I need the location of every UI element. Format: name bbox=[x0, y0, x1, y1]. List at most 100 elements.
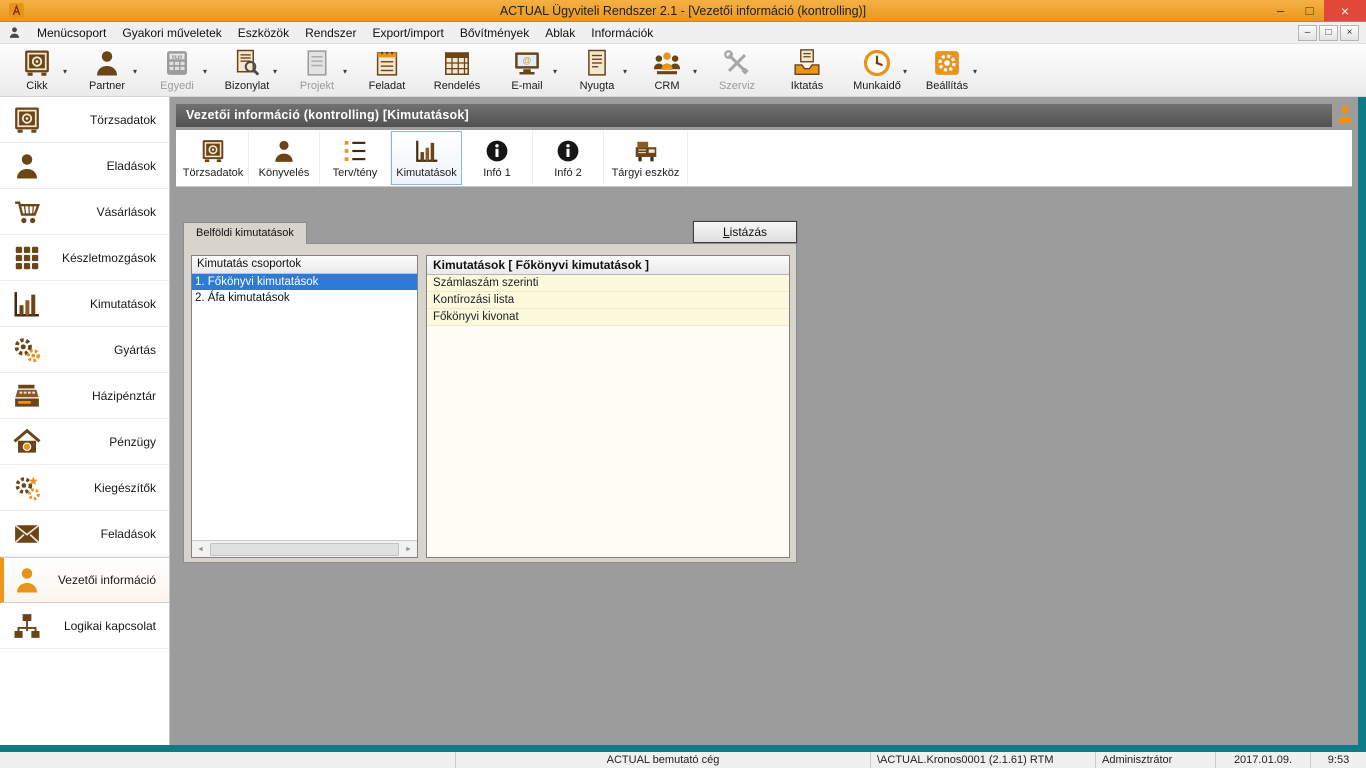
report-row-szamlaszam-szerinti[interactable]: Számlaszám szerinti bbox=[427, 275, 789, 292]
menu-informaciok[interactable]: Információk bbox=[583, 22, 661, 43]
group-row-2-afa-kimutatasok[interactable]: 2. Áfa kimutatások bbox=[192, 290, 417, 306]
scroll-thumb[interactable] bbox=[210, 543, 399, 556]
sidebar-item-logikai-kapcsolat[interactable]: Logikai kapcsolat bbox=[0, 603, 169, 649]
ribbon-torzsadatok[interactable]: Törzsadatok bbox=[178, 131, 249, 185]
toolbar-szerviz[interactable]: Szerviz bbox=[702, 46, 772, 96]
toolbar-nyugta[interactable]: ▾ Nyugta bbox=[562, 46, 632, 96]
clock-icon bbox=[862, 48, 892, 78]
sidebar-item-hazipenztar[interactable]: Házipénztár bbox=[0, 373, 169, 419]
profile-person-icon[interactable] bbox=[1334, 103, 1356, 125]
sidebar-item-gyartas[interactable]: Gyártás bbox=[0, 327, 169, 373]
toolbar-label: Nyugta bbox=[580, 80, 615, 92]
toolbar-iktatas[interactable]: Iktatás bbox=[772, 46, 842, 96]
listazas-button[interactable]: Listázás bbox=[693, 221, 797, 243]
chart-icon bbox=[414, 138, 440, 164]
toolbar-projekt[interactable]: ▾ Projekt bbox=[282, 46, 352, 96]
toolbar-egyedi[interactable]: 0110▾Egyedi bbox=[142, 46, 212, 96]
mdi-restore-button[interactable]: □ bbox=[1319, 25, 1338, 41]
register-icon bbox=[12, 381, 42, 411]
dropdown-arrow-icon[interactable]: ▾ bbox=[623, 67, 627, 76]
dropdown-arrow-icon[interactable]: ▾ bbox=[343, 67, 347, 76]
mdi-window-controls: – □ × bbox=[1298, 25, 1362, 41]
dropdown-arrow-icon[interactable]: ▾ bbox=[273, 67, 277, 76]
scroll-right-icon[interactable]: ► bbox=[400, 541, 417, 557]
user-icon bbox=[8, 26, 21, 39]
dropdown-arrow-icon[interactable]: ▾ bbox=[973, 67, 977, 76]
mdi-close-button[interactable]: × bbox=[1340, 25, 1359, 41]
svg-text:@: @ bbox=[523, 56, 532, 66]
dropdown-arrow-icon[interactable]: ▾ bbox=[553, 67, 557, 76]
horizontal-scrollbar[interactable]: ◄ ► bbox=[192, 540, 417, 557]
sidebar-item-feladasok[interactable]: Feladások bbox=[0, 511, 169, 557]
toolbar-beallitas[interactable]: ▾ Beállítás bbox=[912, 46, 982, 96]
sidebar-item-keszletmozgasok[interactable]: Készletmozgások bbox=[0, 235, 169, 281]
menu-gyakori-muveletek[interactable]: Gyakori műveletek bbox=[114, 22, 229, 43]
sidebar-item-penzugy[interactable]: Pénzügy bbox=[0, 419, 169, 465]
toolbar-e-mail[interactable]: @▾E-mail bbox=[492, 46, 562, 96]
sidebar-item-kiegeszitok[interactable]: Kiegészítők bbox=[0, 465, 169, 511]
scroll-left-icon[interactable]: ◄ bbox=[192, 541, 209, 557]
ribbon-toolbar: TörzsadatokKönyvelés Terv/tény Kimutatások… bbox=[176, 130, 1352, 187]
ribbon-targyi-eszkoz[interactable]: Tárgyi eszköz bbox=[604, 131, 688, 185]
toolbar-munkaido[interactable]: ▾Munkaidő bbox=[842, 46, 912, 96]
toolbar-label: Beállítás bbox=[926, 80, 968, 92]
window-title: ACTUAL Ügyviteli Rendszer 2.1 - [Vezetői… bbox=[0, 4, 1366, 18]
sidebar-item-kimutatasok[interactable]: Kimutatások bbox=[0, 281, 169, 327]
house-icon bbox=[12, 427, 42, 457]
sidebar: TörzsadatokEladásokVásárlások Készletmozg… bbox=[0, 97, 170, 745]
sidebar-item-vezetoi-informacio[interactable]: Vezetői információ bbox=[0, 557, 169, 603]
report-row-fokonyvi-kivonat[interactable]: Főkönyvi kivonat bbox=[427, 309, 789, 326]
dropdown-arrow-icon[interactable]: ▾ bbox=[203, 67, 207, 76]
sidebar-item-eladasok[interactable]: Eladások bbox=[0, 143, 169, 189]
gear-box-icon bbox=[932, 48, 962, 78]
dropdown-arrow-icon[interactable]: ▾ bbox=[693, 67, 697, 76]
sidebar-item-torzsadatok[interactable]: Törzsadatok bbox=[0, 97, 169, 143]
toolbar-label: Projekt bbox=[300, 80, 334, 92]
toolbar-bizonylat[interactable]: ▾Bizonylat bbox=[212, 46, 282, 96]
menu-eszkozok[interactable]: Eszközök bbox=[230, 22, 297, 43]
ribbon-terv-teny[interactable]: Terv/tény bbox=[320, 131, 391, 185]
toolbar-crm[interactable]: ▾CRM bbox=[632, 46, 702, 96]
menubar: MenücsoportGyakori műveletekEszközökRend… bbox=[0, 22, 1366, 44]
report-row-kontirozasi-lista[interactable]: Kontírozási lista bbox=[427, 292, 789, 309]
minimize-button[interactable]: – bbox=[1266, 0, 1295, 21]
sidebar-item-vasarlasok[interactable]: Vásárlások bbox=[0, 189, 169, 235]
ribbon-label: Kimutatások bbox=[396, 167, 457, 179]
ribbon-label: Terv/tény bbox=[333, 167, 378, 179]
dropdown-arrow-icon[interactable]: ▾ bbox=[903, 67, 907, 76]
titlebar: ACTUAL Ügyviteli Rendszer 2.1 - [Vezetői… bbox=[0, 0, 1366, 22]
status-date: 2017.01.09. bbox=[1215, 752, 1310, 768]
tab-belfoldi-kimutatasok[interactable]: Belföldi kimutatások bbox=[183, 222, 307, 244]
sidebar-item-label: Készletmozgások bbox=[48, 251, 156, 265]
close-button[interactable]: × bbox=[1324, 0, 1366, 21]
window-controls: – □ × bbox=[1266, 0, 1366, 21]
toolbar-feladat[interactable]: Feladat bbox=[352, 46, 422, 96]
menu-menucsoport[interactable]: Menücsoport bbox=[29, 22, 114, 43]
menu-rendszer[interactable]: Rendszer bbox=[297, 22, 364, 43]
dropdown-arrow-icon[interactable]: ▾ bbox=[63, 67, 67, 76]
groups-listbox: Kimutatás csoportok 1. Főkönyvi kimutatá… bbox=[191, 255, 418, 558]
envelope-icon bbox=[12, 519, 42, 549]
cart-icon bbox=[12, 197, 42, 227]
ribbon-info-1[interactable]: Infó 1 bbox=[462, 131, 533, 185]
maximize-button[interactable]: □ bbox=[1295, 0, 1324, 21]
toolbar-rendeles[interactable]: Rendelés bbox=[422, 46, 492, 96]
menu-bovitmenyek[interactable]: Bővítmények bbox=[452, 22, 537, 43]
safe-icon bbox=[22, 48, 52, 78]
statusbar: ACTUAL bemutató cég \ACTUAL.Kronos0001 (… bbox=[0, 752, 1366, 768]
menu-ablak[interactable]: Ablak bbox=[537, 22, 583, 43]
group-row-1-fokonyvi-kimutatasok[interactable]: 1. Főkönyvi kimutatások bbox=[192, 274, 417, 290]
tab-panel: Kimutatás csoportok 1. Főkönyvi kimutatá… bbox=[183, 243, 797, 563]
sidebar-item-label: Kiegészítők bbox=[48, 481, 156, 495]
ribbon-konyveles[interactable]: Könyvelés bbox=[249, 131, 320, 185]
menu-export-import[interactable]: Export/import bbox=[364, 22, 451, 43]
toolbar-partner[interactable]: ▾ Partner bbox=[72, 46, 142, 96]
toolbar-cikk[interactable]: ▾Cikk bbox=[2, 46, 72, 96]
sidebar-item-label: Kimutatások bbox=[48, 297, 156, 311]
toolbar-label: Partner bbox=[89, 80, 125, 92]
mdi-minimize-button[interactable]: – bbox=[1298, 25, 1317, 41]
ribbon-kimutatasok[interactable]: Kimutatások bbox=[391, 131, 462, 185]
dropdown-arrow-icon[interactable]: ▾ bbox=[133, 67, 137, 76]
toolbar-label: Munkaidő bbox=[853, 80, 901, 92]
ribbon-info-2[interactable]: Infó 2 bbox=[533, 131, 604, 185]
